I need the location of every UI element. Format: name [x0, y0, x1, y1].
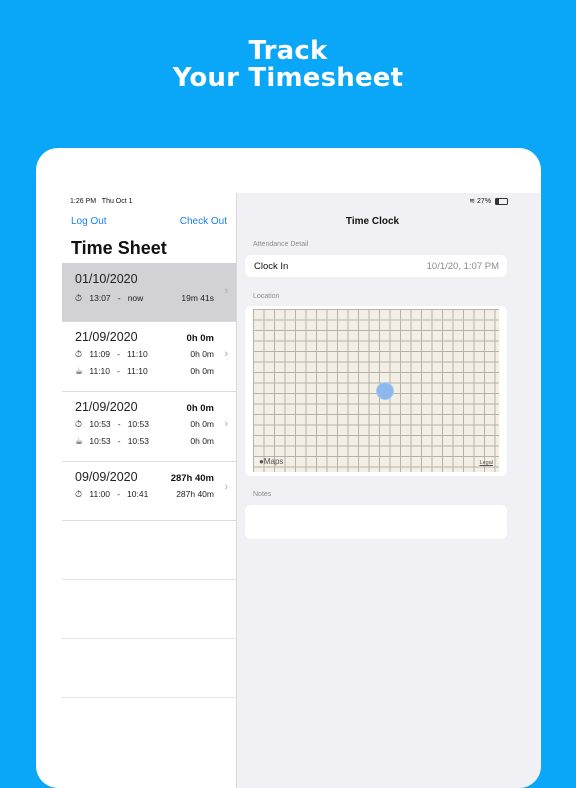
break-dash: -	[117, 366, 120, 376]
shift-dash: -	[117, 419, 121, 429]
break-dash: -	[117, 436, 121, 446]
maps-logo: ●Maps	[259, 457, 283, 466]
hero-line-2: Your Timesheet	[172, 63, 404, 93]
shift-start: 10:53	[89, 419, 111, 429]
shift-end: 10:41	[127, 489, 149, 499]
break-duration: 0h 0m	[190, 436, 214, 446]
legal-link[interactable]: Legal	[480, 460, 493, 466]
entry-total: 0h 0m	[186, 333, 214, 344]
break-end: 10:53	[127, 436, 149, 446]
timesheet-pane: 1:26 PM Thu Oct 1 Log Out Check Out Time…	[62, 193, 236, 788]
shift-start: 11:09	[89, 349, 111, 359]
time-clock-title: Time Clock	[345, 216, 400, 227]
list-item[interactable]: 21/09/2020 0h 0m ⏱ 11:09 - 11:10 0h 0m ☕…	[62, 321, 236, 392]
status-day: Thu Oct 1	[101, 198, 133, 205]
list-item[interactable]: 09/09/2020 287h 40m ⏱ 11:00 - 10:41 287h…	[62, 461, 236, 521]
entry-date: 01/10/2020	[75, 272, 138, 286]
shift-end: now	[127, 293, 144, 303]
list-separator	[62, 697, 236, 698]
wifi-icon: ≋	[469, 198, 476, 205]
location-section-label: Location	[253, 293, 280, 300]
logout-button[interactable]: Log Out	[71, 216, 107, 227]
coffee-icon: ☕	[75, 366, 84, 376]
shift-row: ⏱ 13:07 - now	[75, 293, 143, 304]
shift-duration: 287h 40m	[176, 489, 214, 499]
shift-duration: 0h 0m	[190, 349, 214, 359]
chevron-right-icon: ›	[224, 418, 228, 430]
entry-date: 09/09/2020	[75, 470, 138, 484]
stopwatch-icon: ⏱	[75, 489, 83, 499]
location-marker	[376, 382, 394, 400]
shift-row: ⏱ 11:09 - 11:10	[75, 349, 148, 360]
shift-dash: -	[117, 489, 120, 499]
location-map[interactable]: ●Maps Legal	[245, 306, 507, 476]
shift-start: 11:00	[89, 489, 111, 499]
status-bar-battery: ≋ 27%	[469, 197, 508, 205]
shift-duration: 19m 41s	[181, 293, 214, 303]
coffee-icon: ☕	[75, 436, 84, 446]
clock-in-row[interactable]: Clock In 10/1/20, 1:07 PM	[245, 255, 507, 277]
entry-date: 21/09/2020	[75, 400, 138, 414]
stopwatch-icon: ⏱	[75, 419, 83, 429]
page-title: Time Sheet	[71, 238, 167, 258]
entry-total: 287h 40m	[170, 473, 214, 484]
checkout-button[interactable]: Check Out	[180, 216, 227, 227]
list-separator	[62, 638, 236, 639]
status-bar-time: 1:26 PM Thu Oct 1	[70, 198, 133, 205]
break-row: ☕ 11:10 - 11:10	[75, 366, 148, 377]
chevron-right-icon: ›	[224, 348, 228, 360]
stopwatch-icon: ⏱	[75, 349, 83, 359]
clock-in-label: Clock In	[254, 261, 289, 272]
chevron-right-icon: ›	[224, 285, 228, 297]
break-start: 10:53	[89, 436, 111, 446]
break-row: ☕ 10:53 - 10:53	[75, 436, 149, 447]
battery-icon	[495, 197, 508, 205]
shift-duration: 0h 0m	[190, 419, 214, 429]
shift-dash: -	[117, 293, 121, 303]
shift-end: 10:53	[127, 419, 149, 429]
battery-percent: 27%	[477, 198, 492, 205]
ipad-screen: 1:26 PM Thu Oct 1 Log Out Check Out Time…	[36, 148, 541, 788]
clock-in-value: 10/1/20, 1:07 PM	[426, 261, 499, 272]
chevron-right-icon: ›	[224, 481, 228, 493]
maps-label: Maps	[263, 457, 284, 466]
list-item[interactable]: 21/09/2020 0h 0m ⏱ 10:53 - 10:53 0h 0m ☕…	[62, 391, 236, 462]
shift-end: 11:10	[127, 349, 148, 359]
notes-section-label: Notes	[253, 491, 272, 498]
hero-title: Track Your Timesheet	[0, 38, 576, 92]
break-start: 11:10	[89, 366, 111, 376]
entry-date: 21/09/2020	[75, 330, 138, 344]
notes-field[interactable]	[245, 505, 507, 539]
time-clock-pane: ≋ 27% Time Clock Attendance Detail Clock…	[236, 193, 541, 788]
break-end: 11:10	[127, 366, 148, 376]
list-item[interactable]: 01/10/2020 ⏱ 13:07 - now 19m 41s ›	[62, 263, 236, 322]
shift-start: 13:07	[89, 293, 111, 303]
attendance-section-label: Attendance Detail	[253, 241, 309, 248]
hero-line-1: Track	[248, 36, 328, 66]
shift-row: ⏱ 11:00 - 10:41	[75, 489, 148, 500]
entry-total: 0h 0m	[186, 403, 214, 414]
break-duration: 0h 0m	[190, 366, 214, 376]
status-time: 1:26 PM	[70, 198, 97, 205]
shift-row: ⏱ 10:53 - 10:53	[75, 419, 149, 430]
shift-dash: -	[117, 349, 120, 359]
list-separator	[62, 579, 236, 580]
stopwatch-icon: ⏱	[75, 293, 83, 303]
